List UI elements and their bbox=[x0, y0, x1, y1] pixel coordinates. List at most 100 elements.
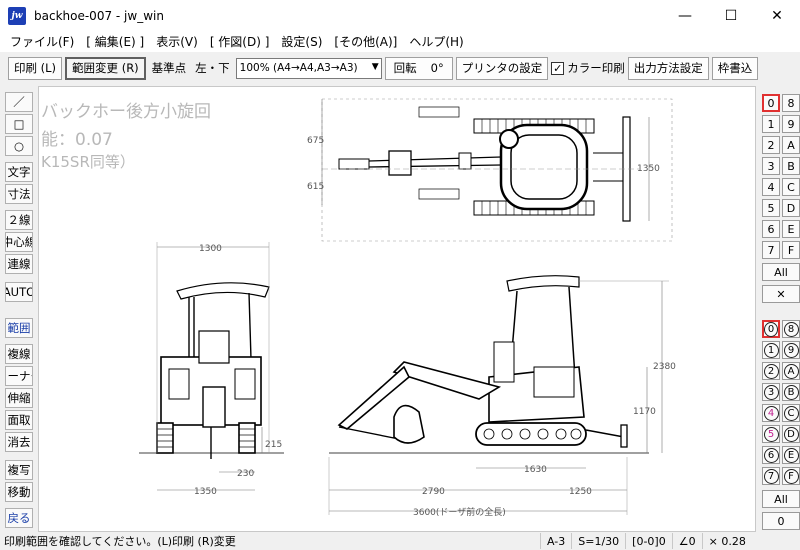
layer-d[interactable]: D bbox=[782, 425, 800, 443]
tool-copy[interactable]: 複写 bbox=[5, 460, 33, 480]
tool-dimension[interactable]: 寸法 bbox=[5, 184, 33, 204]
status-scale[interactable]: S=1/30 bbox=[571, 533, 625, 549]
window-title: backhoe-007 - jw_win bbox=[34, 8, 164, 23]
tool-auto[interactable]: AUTO bbox=[5, 282, 33, 302]
layer-6[interactable]: 6 bbox=[762, 446, 780, 464]
tool-chamfer[interactable]: 面取 bbox=[5, 410, 33, 430]
drawing-canvas[interactable]: バックホー後方小旋回 能：0.07 K15SR同等） 675 615 1350 … bbox=[38, 86, 756, 532]
layer-group-f[interactable]: F bbox=[782, 241, 800, 259]
layer-group-e[interactable]: E bbox=[782, 220, 800, 238]
layer-group-9[interactable]: 9 bbox=[782, 115, 800, 133]
layer-c[interactable]: C bbox=[782, 404, 800, 422]
tool-corner[interactable]: コーナー bbox=[5, 366, 33, 386]
base-point-value[interactable]: 左・下 bbox=[192, 60, 233, 76]
printer-settings-button[interactable]: プリンタの設定 bbox=[455, 56, 549, 80]
status-zoom[interactable]: × 0.28 bbox=[701, 533, 752, 549]
menu-other[interactable]: [その他(A)] bbox=[328, 33, 403, 50]
layer-zero-button[interactable]: 0 bbox=[762, 512, 800, 530]
layer-7[interactable]: 7 bbox=[762, 467, 780, 485]
tool-line[interactable]: ／ bbox=[5, 92, 33, 112]
tool-undo[interactable]: 戻る bbox=[5, 508, 33, 528]
dim-615: 615 bbox=[307, 182, 324, 192]
tool-stretch[interactable]: 伸縮 bbox=[5, 388, 33, 408]
dim-1170: 1170 bbox=[633, 407, 656, 417]
chevron-down-icon: ▼ bbox=[371, 61, 379, 72]
layer-5[interactable]: 5 bbox=[762, 425, 780, 443]
layer-3[interactable]: 3 bbox=[762, 383, 780, 401]
status-message: 印刷範囲を確認してください。(L)印刷 (R)変更 bbox=[4, 535, 236, 548]
layer-f[interactable]: F bbox=[782, 467, 800, 485]
tool-center-line[interactable]: 中心線 bbox=[5, 232, 33, 252]
layer-group-8[interactable]: 8 bbox=[782, 94, 800, 112]
minimize-button[interactable]: — bbox=[662, 0, 708, 31]
menu-bar: ファイル(F) [ 編集(E) ] 表示(V) [ 作図(D) ] 設定(S) … bbox=[0, 31, 800, 52]
layer-group-7[interactable]: 7 bbox=[762, 241, 780, 259]
tool-range[interactable]: 範囲 bbox=[5, 318, 33, 338]
layer-1[interactable]: 1 bbox=[762, 341, 780, 359]
color-print-checkbox[interactable]: ✓ カラー印刷 bbox=[551, 60, 625, 76]
layer-group-6[interactable]: 6 bbox=[762, 220, 780, 238]
layer-group-2[interactable]: 2 bbox=[762, 136, 780, 154]
dim-1250: 1250 bbox=[569, 487, 592, 497]
layer-2[interactable]: 2 bbox=[762, 362, 780, 380]
menu-edit[interactable]: [ 編集(E) ] bbox=[80, 33, 150, 50]
dim-230: 230 bbox=[237, 469, 254, 479]
menu-view[interactable]: 表示(V) bbox=[150, 33, 204, 50]
cad-drawing: 675 615 1350 1300 215 230 1350 2380 1170… bbox=[139, 98, 676, 518]
dim-215: 215 bbox=[265, 440, 282, 450]
tool-offset[interactable]: 複線 bbox=[5, 344, 33, 364]
range-change-button[interactable]: 範囲変更 (R) bbox=[65, 56, 146, 80]
menu-settings[interactable]: 設定(S) bbox=[275, 33, 328, 50]
status-bar: 印刷範囲を確認してください。(L)印刷 (R)変更 A-3 S=1/30 [0-… bbox=[0, 532, 800, 550]
maximize-button[interactable]: ☐ bbox=[708, 0, 754, 31]
window-controls: — ☐ ✕ bbox=[662, 0, 800, 31]
tool-rectangle[interactable]: □ bbox=[5, 114, 33, 134]
dim-2790: 2790 bbox=[422, 487, 445, 497]
dim-1350-front: 1350 bbox=[194, 487, 217, 497]
layer-group-d[interactable]: D bbox=[782, 199, 800, 217]
layer-group-a[interactable]: A bbox=[782, 136, 800, 154]
layer-all-button[interactable]: All bbox=[762, 490, 800, 508]
menu-file[interactable]: ファイル(F) bbox=[4, 33, 80, 50]
status-layer[interactable]: [0-0]0 bbox=[625, 533, 672, 549]
layer-group-1[interactable]: 1 bbox=[762, 115, 780, 133]
tool-text[interactable]: 文字 bbox=[5, 162, 33, 182]
tool-double-line[interactable]: ２線 bbox=[5, 210, 33, 230]
menu-draw[interactable]: [ 作図(D) ] bbox=[204, 33, 276, 50]
tool-connect-line[interactable]: 連線 bbox=[5, 254, 33, 274]
layer-8[interactable]: 8 bbox=[782, 320, 800, 338]
layer-b[interactable]: B bbox=[782, 383, 800, 401]
layer-group-cross-icon[interactable]: ✕ bbox=[762, 285, 800, 303]
dim-1300: 1300 bbox=[199, 244, 222, 254]
rotate-button[interactable]: 回転 0° bbox=[384, 56, 453, 80]
rotate-label: 回転 bbox=[393, 61, 417, 75]
app-icon: jw bbox=[8, 6, 26, 25]
close-button[interactable]: ✕ bbox=[754, 0, 800, 31]
menu-help[interactable]: ヘルプ(H) bbox=[403, 33, 469, 50]
side-view: 2380 1170 1630 2790 1250 3600(ドーザ前の全長) bbox=[328, 275, 676, 518]
layer-group-5[interactable]: 5 bbox=[762, 199, 780, 217]
layer-9[interactable]: 9 bbox=[782, 341, 800, 359]
print-button[interactable]: 印刷 (L) bbox=[8, 56, 63, 80]
layer-group-4[interactable]: 4 bbox=[762, 178, 780, 196]
layer-group-0[interactable]: 0 bbox=[762, 94, 780, 112]
layer-group-c[interactable]: C bbox=[782, 178, 800, 196]
layer-4[interactable]: 4 bbox=[762, 404, 780, 422]
layer-group-all-button[interactable]: All bbox=[762, 263, 800, 281]
layer-group-3[interactable]: 3 bbox=[762, 157, 780, 175]
status-paper-size[interactable]: A-3 bbox=[540, 533, 571, 549]
layer-e[interactable]: E bbox=[782, 446, 800, 464]
layer-0[interactable]: 0 bbox=[762, 320, 780, 338]
output-method-button[interactable]: 出力方法設定 bbox=[627, 56, 709, 80]
scale-select[interactable]: 100% (A4→A4,A3→A3) ▼ bbox=[235, 57, 382, 79]
tool-circle[interactable]: ○ bbox=[5, 136, 33, 156]
status-angle[interactable]: ∠0 bbox=[671, 533, 702, 549]
layer-group-b[interactable]: B bbox=[782, 157, 800, 175]
tool-erase[interactable]: 消去 bbox=[5, 432, 33, 452]
dim-675: 675 bbox=[307, 136, 324, 146]
layer-a[interactable]: A bbox=[782, 362, 800, 380]
frame-write-button[interactable]: 枠書込 bbox=[711, 56, 759, 80]
front-view: 1300 215 230 1350 bbox=[139, 242, 284, 497]
rotate-value: 0° bbox=[430, 61, 444, 75]
tool-move[interactable]: 移動 bbox=[5, 482, 33, 502]
